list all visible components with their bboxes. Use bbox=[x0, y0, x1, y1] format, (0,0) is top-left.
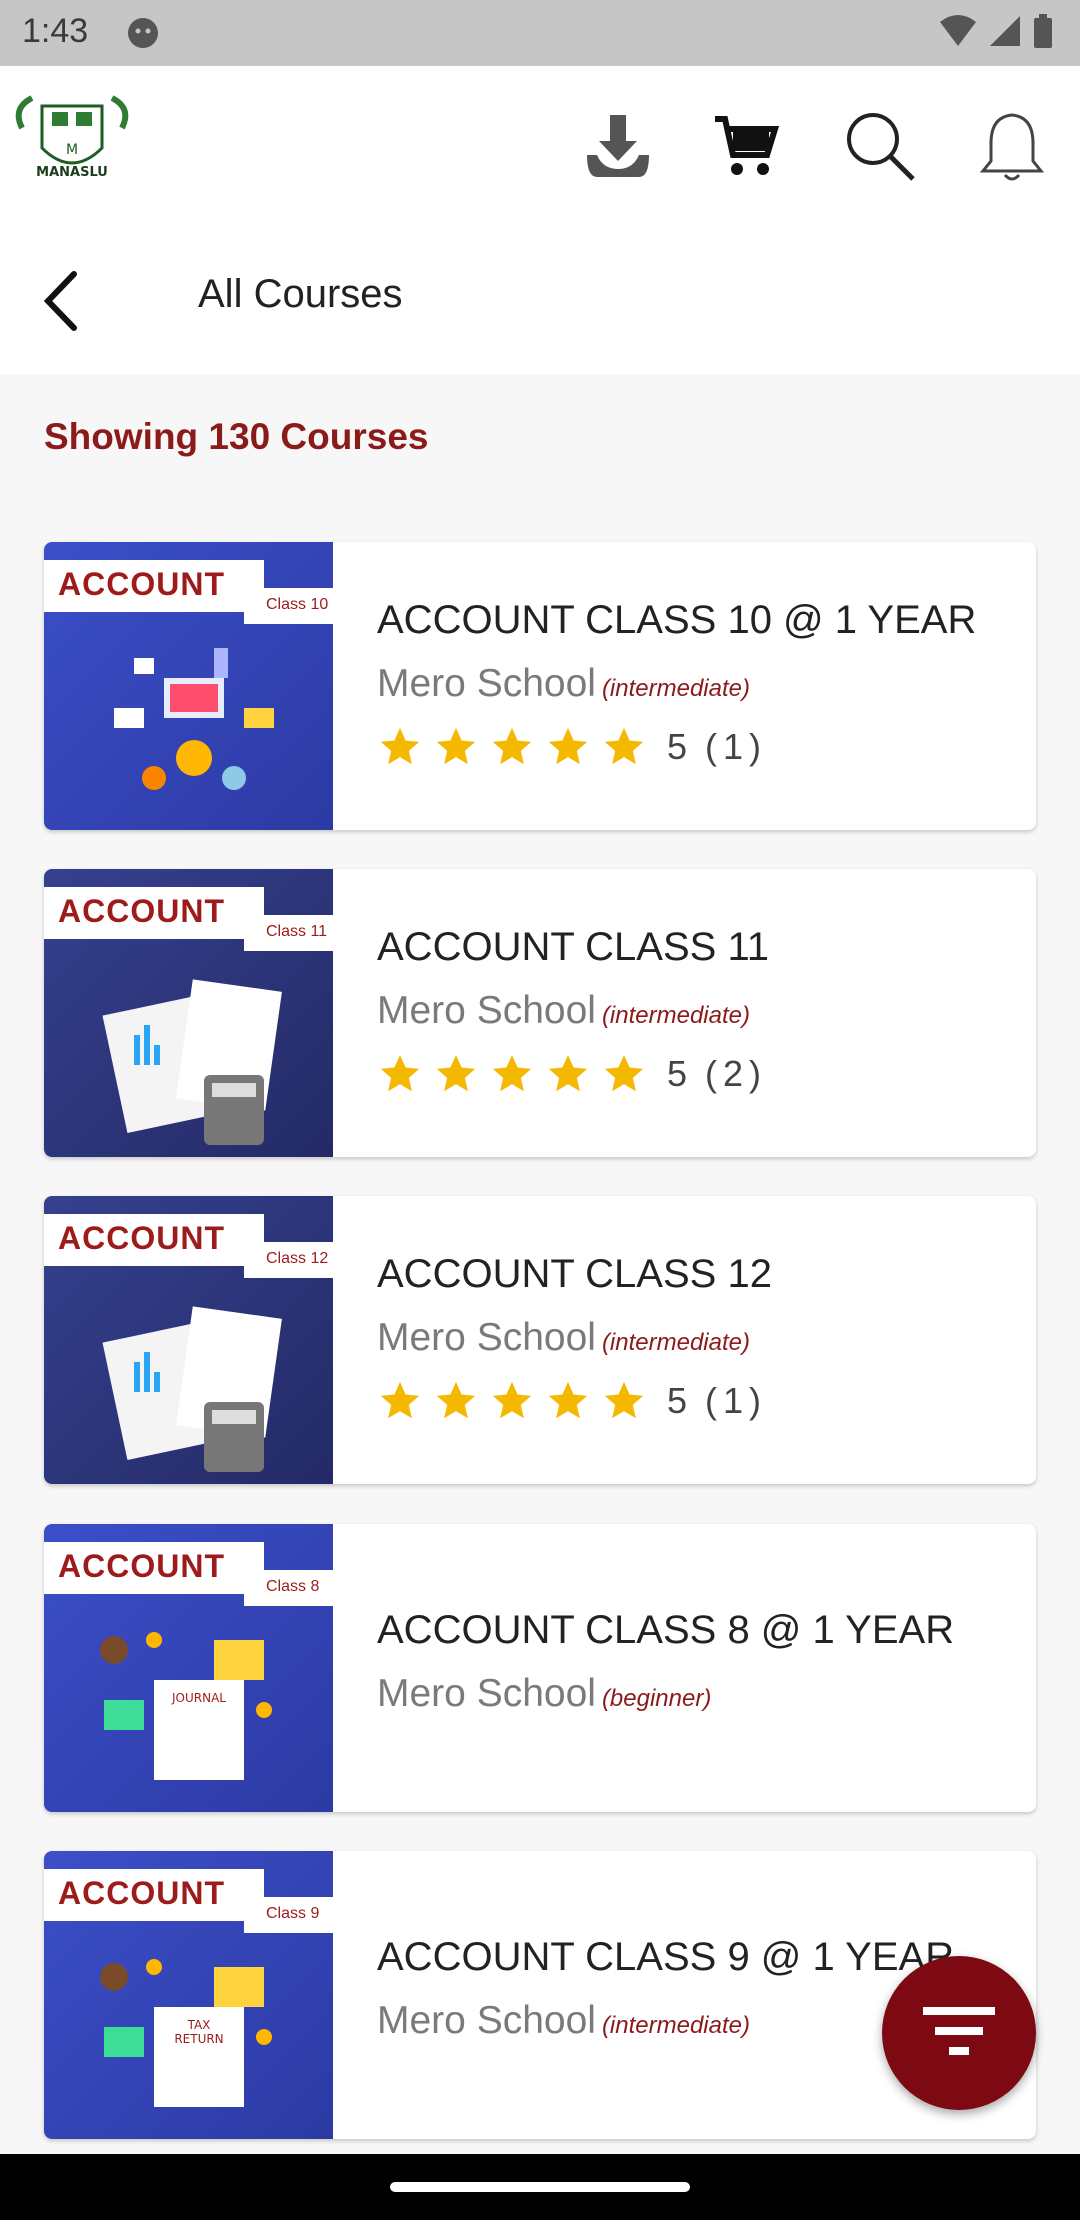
course-title: ACCOUNT CLASS 9 @ 1 YEAR bbox=[377, 1935, 955, 1979]
course-rating: 5 (1) bbox=[377, 724, 767, 770]
signal-icon bbox=[990, 16, 1020, 46]
course-school: Mero School (intermediate) bbox=[377, 662, 750, 706]
system-nav-bar bbox=[0, 2154, 1080, 2220]
star-icon bbox=[548, 1381, 588, 1419]
course-thumbnail: ACCOUNT Class 11 bbox=[44, 869, 333, 1157]
course-school: Mero School (intermediate) bbox=[377, 989, 750, 1033]
course-level: (intermediate) bbox=[601, 2012, 750, 2039]
app-header: M MANASLU bbox=[0, 66, 1080, 226]
page-title: All Courses bbox=[198, 272, 403, 316]
class-tag: Class 10 bbox=[266, 596, 329, 613]
svg-text:RETURN: RETURN bbox=[174, 2032, 223, 2046]
star-icon bbox=[604, 1054, 644, 1092]
svg-text:TAX: TAX bbox=[187, 2018, 211, 2032]
school-logo[interactable]: M MANASLU bbox=[12, 88, 132, 196]
course-school: Mero School (beginner) bbox=[377, 1672, 711, 1716]
course-card[interactable]: ACCOUNT Class 10 ACCOUNT CLASS 10 @ 1 YE… bbox=[44, 542, 1036, 830]
course-card[interactable]: ACCOUNT Class 11 ACCOUNT CLASS 11 Mero S… bbox=[44, 869, 1036, 1157]
star-icon bbox=[492, 727, 532, 765]
class-tag: Class 8 bbox=[266, 1578, 320, 1595]
course-level: (intermediate) bbox=[601, 1002, 750, 1029]
isometric-finance-illustration bbox=[114, 648, 274, 790]
rating-value: 5 bbox=[667, 726, 688, 767]
cart-icon[interactable] bbox=[706, 106, 786, 186]
course-level: (intermediate) bbox=[601, 675, 750, 702]
filter-button[interactable] bbox=[882, 1956, 1036, 2110]
android-face-icon bbox=[128, 18, 158, 48]
rating-stars bbox=[377, 724, 647, 770]
home-gesture-handle[interactable] bbox=[390, 2182, 690, 2192]
star-icon bbox=[436, 727, 476, 765]
school-name: Mero School bbox=[377, 662, 596, 705]
course-title: ACCOUNT CLASS 11 bbox=[377, 925, 769, 969]
search-icon[interactable] bbox=[840, 106, 920, 186]
star-icon bbox=[492, 1381, 532, 1419]
system-icons bbox=[938, 14, 1054, 48]
rating-value: 5 bbox=[667, 1380, 688, 1421]
battery-icon bbox=[1034, 14, 1052, 48]
school-name: Mero School bbox=[377, 1316, 596, 1359]
course-title: ACCOUNT CLASS 10 @ 1 YEAR bbox=[377, 598, 977, 642]
star-icon bbox=[380, 727, 420, 765]
course-rating: 5 (1) bbox=[377, 1378, 767, 1424]
school-name: Mero School bbox=[377, 989, 596, 1032]
rating-count: (1) bbox=[705, 1380, 768, 1421]
school-name: Mero School bbox=[377, 1999, 596, 2042]
school-name: Mero School bbox=[377, 1672, 596, 1715]
course-count-text: Showing 130 Courses bbox=[44, 416, 429, 457]
tax-return-illustration: TAX RETURN bbox=[100, 1959, 272, 2107]
star-icon bbox=[604, 727, 644, 765]
filter-icon bbox=[923, 2007, 995, 2055]
class-tag: Class 11 bbox=[266, 923, 328, 940]
svg-text:M: M bbox=[66, 142, 78, 158]
title-bar: All Courses bbox=[0, 226, 1080, 374]
journal-illustration: JOURNAL bbox=[100, 1632, 272, 1780]
course-rating: 5 (2) bbox=[377, 1051, 767, 1097]
star-icon bbox=[436, 1054, 476, 1092]
course-card[interactable]: ACCOUNT Class 12 ACCOUNT CLASS 12 Mero S… bbox=[44, 1196, 1036, 1484]
course-school: Mero School (intermediate) bbox=[377, 1999, 750, 2043]
course-title: ACCOUNT CLASS 12 bbox=[377, 1252, 772, 1296]
star-icon bbox=[604, 1381, 644, 1419]
rating-stars bbox=[377, 1378, 647, 1424]
class-tag: Class 12 bbox=[266, 1250, 329, 1267]
rating-stars bbox=[377, 1051, 647, 1097]
course-school: Mero School (intermediate) bbox=[377, 1316, 750, 1360]
back-arrow-icon[interactable] bbox=[38, 266, 88, 336]
course-thumbnail: ACCOUNT Class 12 bbox=[44, 1196, 333, 1484]
subject-tag: ACCOUNT bbox=[58, 1548, 225, 1584]
download-icon[interactable] bbox=[578, 106, 658, 186]
rating-count: (2) bbox=[705, 1053, 768, 1094]
star-icon bbox=[380, 1054, 420, 1092]
notification-bell-icon[interactable] bbox=[972, 106, 1052, 186]
star-icon bbox=[548, 1054, 588, 1092]
subject-tag: ACCOUNT bbox=[58, 566, 225, 602]
star-icon bbox=[548, 727, 588, 765]
star-icon bbox=[380, 1381, 420, 1419]
subject-tag: ACCOUNT bbox=[58, 1220, 225, 1256]
svg-text:JOURNAL: JOURNAL bbox=[171, 1691, 226, 1705]
star-icon bbox=[436, 1381, 476, 1419]
subject-tag: ACCOUNT bbox=[58, 893, 225, 929]
course-card[interactable]: ACCOUNT Class 9 TAX RETURN ACCOUNT CLASS… bbox=[44, 1851, 1036, 2139]
course-title: ACCOUNT CLASS 8 @ 1 YEAR bbox=[377, 1608, 955, 1652]
course-thumbnail: ACCOUNT Class 9 TAX RETURN bbox=[44, 1851, 333, 2139]
status-bar: 1:43 bbox=[0, 0, 1080, 66]
course-level: (beginner) bbox=[601, 1685, 712, 1712]
wifi-icon bbox=[940, 15, 976, 46]
course-level: (intermediate) bbox=[601, 1329, 750, 1356]
svg-text:MANASLU: MANASLU bbox=[36, 165, 108, 180]
subject-tag: ACCOUNT bbox=[58, 1875, 225, 1911]
ledger-calculator-illustration bbox=[102, 979, 282, 1145]
class-tag: Class 9 bbox=[266, 1905, 320, 1922]
status-time: 1:43 bbox=[22, 12, 89, 50]
ledger-calculator-illustration bbox=[102, 1306, 282, 1472]
star-icon bbox=[492, 1054, 532, 1092]
rating-count: (1) bbox=[705, 726, 768, 767]
course-card[interactable]: ACCOUNT Class 8 JOURNAL ACCOUNT CLASS 8 … bbox=[44, 1524, 1036, 1812]
course-thumbnail: ACCOUNT Class 10 bbox=[44, 542, 333, 830]
rating-value: 5 bbox=[667, 1053, 688, 1094]
course-thumbnail: ACCOUNT Class 8 JOURNAL bbox=[44, 1524, 333, 1812]
